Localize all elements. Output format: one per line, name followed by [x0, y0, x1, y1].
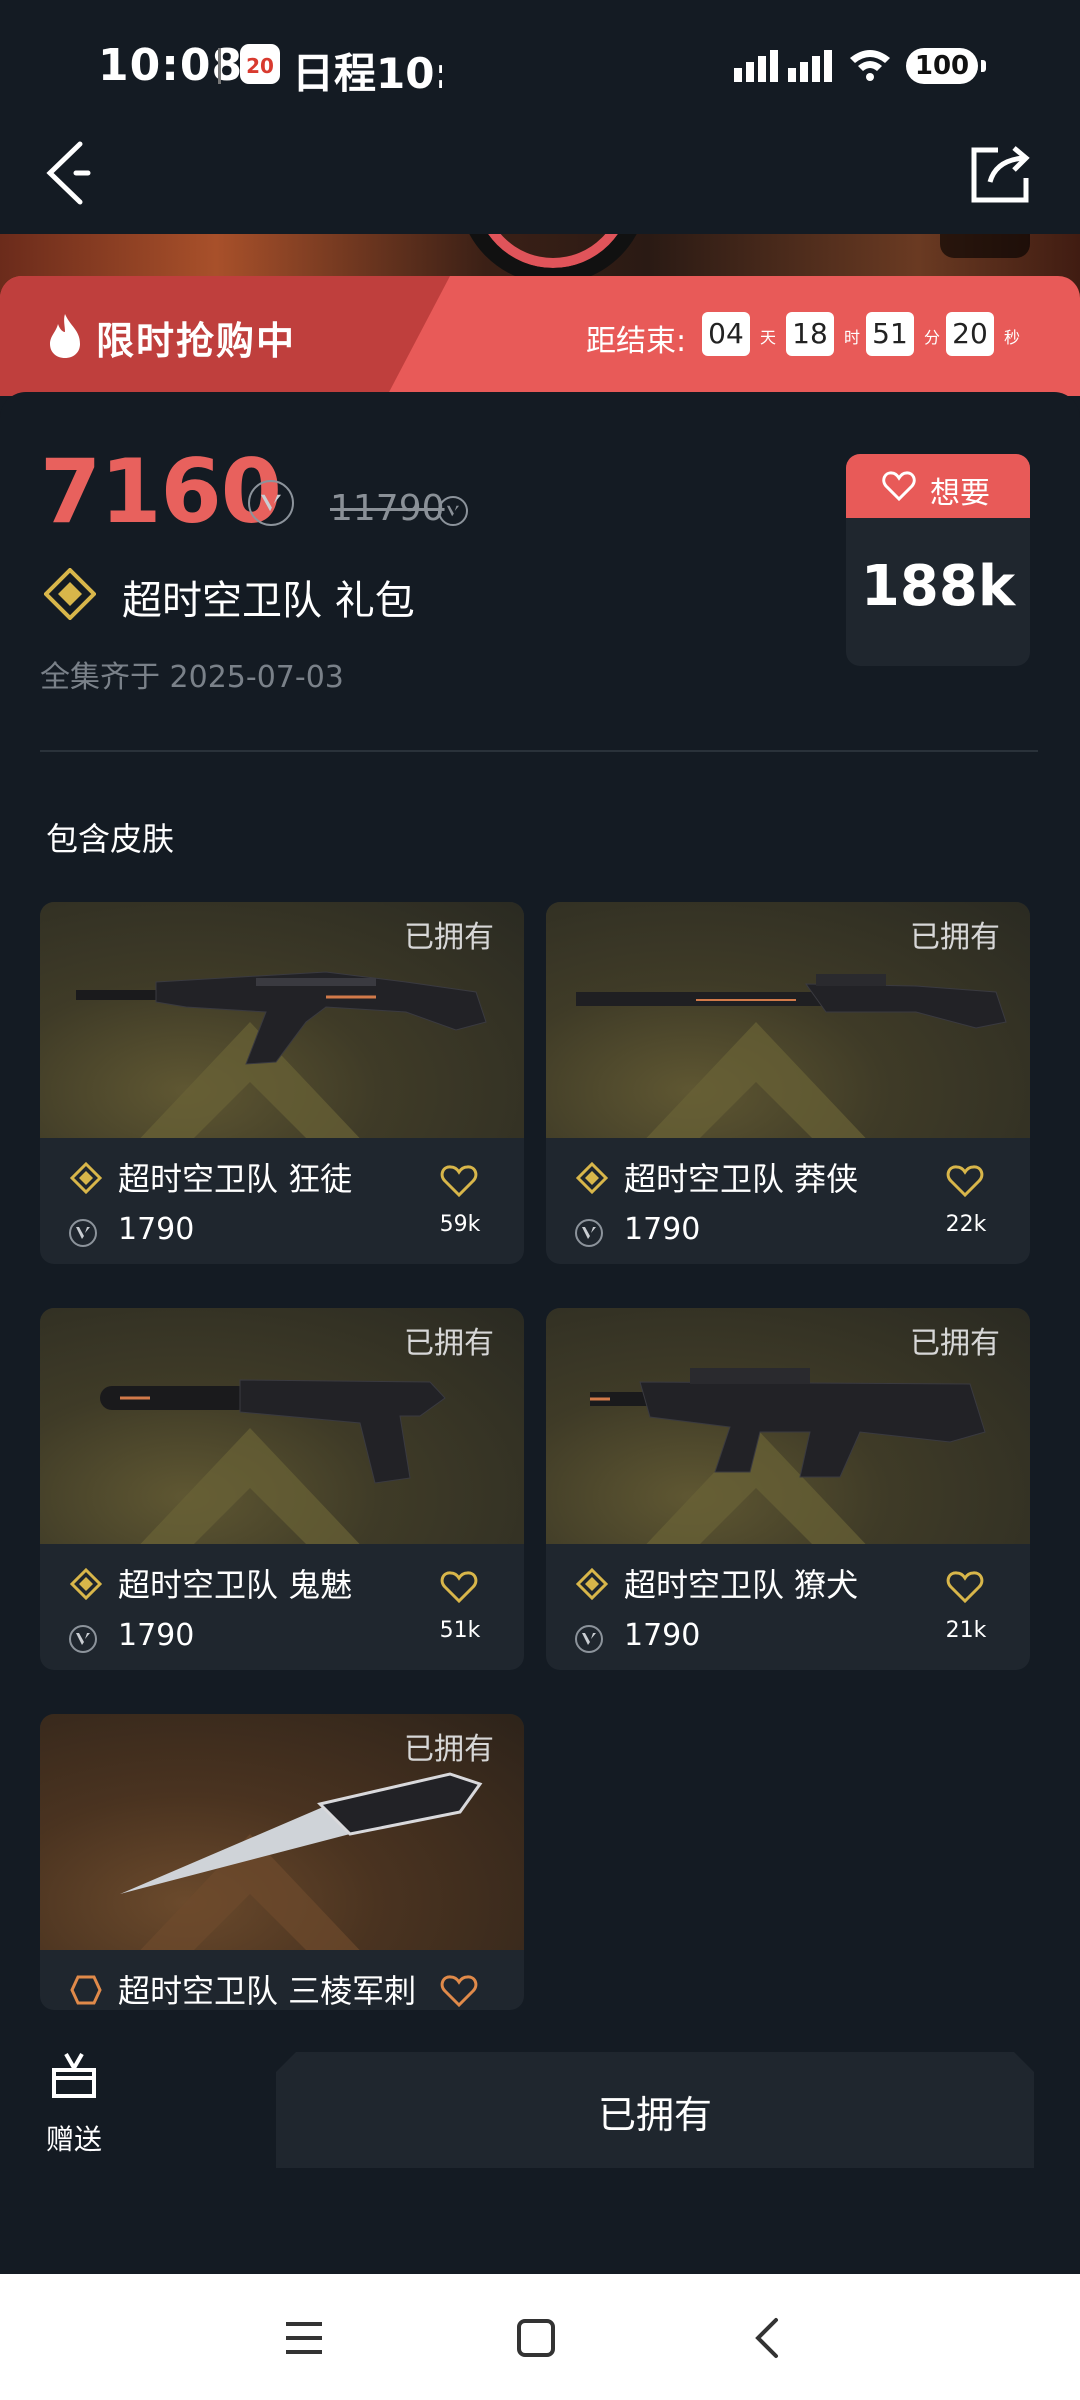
- gift-icon[interactable]: [50, 2050, 98, 2100]
- flash-sale-label: 限时抢购中: [96, 319, 297, 363]
- status-notification: 日程10:0: [292, 49, 442, 98]
- countdown-minutes-unit: 分: [924, 328, 941, 347]
- status-separator: [218, 48, 221, 84]
- vp-currency-icon: [69, 1219, 97, 1247]
- knife-weapon-image: [120, 1772, 483, 1894]
- wifi-icon: [850, 50, 890, 81]
- owned-tag: 已拥有: [404, 920, 494, 955]
- countdown-minutes: 51: [866, 312, 914, 356]
- premium-tier-icon: [70, 1162, 102, 1194]
- home-icon[interactable]: [514, 2316, 558, 2360]
- countdown-hours: 18: [786, 312, 834, 356]
- skin-name: 超时空卫队 狂徒: [118, 1160, 353, 1198]
- owned-button-label: 已拥有: [597, 2093, 712, 2137]
- countdown-seconds-unit: 秒: [1004, 328, 1021, 347]
- owned-button[interactable]: 已拥有: [276, 2052, 1034, 2168]
- heart-icon[interactable]: [946, 1570, 984, 1604]
- status-time: 10:08: [98, 40, 244, 91]
- skin-card[interactable]: 已拥有 超时空卫队 莽侠 1790 22k: [546, 902, 1030, 1264]
- premium-tier-icon: [576, 1568, 608, 1600]
- owned-tag: 已拥有: [404, 1732, 494, 1767]
- skin-name: 超时空卫队 莽侠: [624, 1160, 859, 1198]
- system-nav-bar: [0, 2274, 1080, 2400]
- skin-likes: 59k: [439, 1212, 481, 1237]
- vp-currency-icon: [248, 480, 294, 526]
- heart-icon[interactable]: [440, 1164, 478, 1198]
- signal-icon: [734, 50, 832, 82]
- premium-tier-icon: [576, 1162, 608, 1194]
- heart-icon: [882, 471, 916, 502]
- wishlist-header: 想要: [846, 454, 1030, 518]
- calendar-icon: 20: [240, 44, 280, 84]
- rifle-weapon-image: [76, 971, 487, 1065]
- shotgun-weapon-image: [576, 974, 1007, 1029]
- smg-weapon-image: [590, 1368, 986, 1478]
- flame-icon: [50, 314, 80, 358]
- vp-currency-icon: [69, 1625, 97, 1653]
- skin-card[interactable]: 已拥有 超时空卫队 狂徒 1790 59k: [40, 902, 524, 1264]
- included-skins-title: 包含皮肤: [46, 820, 175, 858]
- skin-card[interactable]: 已拥有 超时空卫队 三棱军刺: [40, 1714, 524, 2010]
- flash-sale-bar: 限时抢购中 距结束: 04 天 18 时 51 分 20 秒: [0, 276, 1080, 396]
- skin-price: 1790: [624, 1618, 701, 1653]
- countdown-days: 04: [702, 312, 750, 356]
- gift-label[interactable]: 赠送: [46, 2118, 102, 2158]
- owned-tag: 已拥有: [910, 1326, 1000, 1361]
- vp-currency-icon-small: [438, 496, 468, 526]
- wishlist-count: 188k: [860, 554, 1016, 619]
- wishlist-label: 想要: [930, 476, 990, 511]
- menu-icon[interactable]: [282, 2316, 326, 2360]
- skin-price: 1790: [624, 1212, 701, 1247]
- skin-name: 超时空卫队 獠犬: [624, 1566, 859, 1604]
- vp-currency-icon: [575, 1625, 603, 1653]
- heart-icon[interactable]: [440, 1974, 478, 2008]
- vp-currency-icon: [575, 1219, 603, 1247]
- wishlist-button[interactable]: 想要 188k: [846, 454, 1030, 666]
- skin-likes: 51k: [439, 1618, 481, 1643]
- bundle-original-price: 11790: [330, 488, 445, 529]
- owned-tag: 已拥有: [910, 920, 1000, 955]
- heart-icon[interactable]: [946, 1164, 984, 1198]
- skin-name: 超时空卫队 鬼魅: [118, 1566, 353, 1604]
- exclusive-tier-icon: [70, 1975, 102, 2005]
- skin-card[interactable]: 已拥有 超时空卫队 獠犬 1790 21k: [546, 1308, 1030, 1670]
- bundle-price: 7160: [40, 440, 282, 543]
- countdown-seconds: 20: [946, 312, 994, 356]
- countdown-hours-unit: 时: [844, 328, 861, 347]
- countdown-label: 距结束:: [586, 324, 687, 359]
- owned-tag: 已拥有: [404, 1326, 494, 1361]
- heart-icon[interactable]: [440, 1570, 478, 1604]
- back-icon[interactable]: [36, 138, 100, 208]
- skin-price: 1790: [118, 1212, 195, 1247]
- premium-tier-icon: [44, 568, 96, 620]
- bundle-complete-date: 全集齐于 2025-07-03: [40, 660, 344, 695]
- battery-indicator: 100: [906, 48, 986, 84]
- premium-tier-icon: [70, 1568, 102, 1600]
- back-nav-icon[interactable]: [746, 2316, 790, 2360]
- skin-likes: 22k: [945, 1212, 987, 1237]
- pistol-weapon-image: [100, 1379, 446, 1484]
- skin-name: 超时空卫队 三棱军刺: [118, 1972, 417, 2010]
- skin-card[interactable]: 已拥有 超时空卫队 鬼魅 1790 51k: [40, 1308, 524, 1670]
- skin-price: 1790: [118, 1618, 195, 1653]
- status-bar: 10:08 20 日程10:0 100: [0, 0, 1080, 130]
- banner-pager: [940, 234, 1030, 258]
- section-divider: [40, 750, 1038, 752]
- skin-likes: 21k: [945, 1618, 987, 1643]
- share-icon[interactable]: [968, 142, 1038, 206]
- bundle-title: 超时空卫队 礼包: [122, 578, 415, 624]
- countdown-days-unit: 天: [760, 328, 777, 347]
